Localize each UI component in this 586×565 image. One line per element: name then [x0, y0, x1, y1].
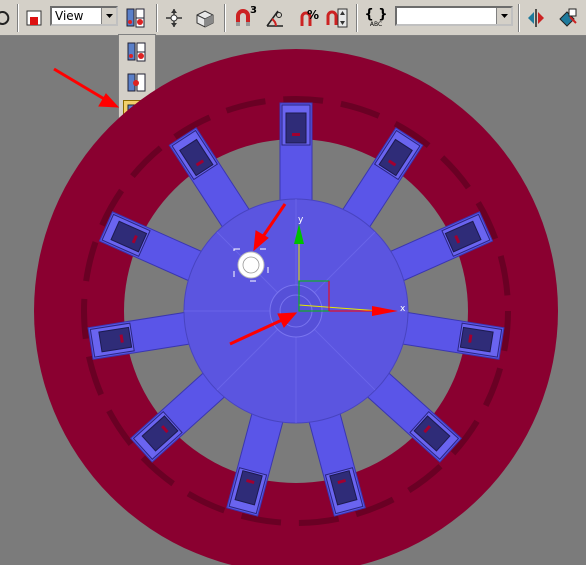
reference-coordinate-system-dropdown[interactable]: View — [50, 6, 118, 26]
select-and-manipulate-button[interactable] — [162, 5, 186, 31]
toolbar-separator — [224, 4, 226, 32]
keyboard-shortcut-icon — [196, 10, 214, 28]
main-toolbar: View 3 % { } ABC — [0, 0, 586, 36]
toolbar-separator — [17, 4, 19, 32]
keyboard-shortcut-override-button[interactable] — [193, 5, 217, 31]
angle-snap-toggle-button[interactable] — [263, 5, 287, 31]
gizmo-y-label: y — [298, 215, 304, 225]
spinner-snap-icon — [326, 8, 348, 28]
angle-snap-icon — [266, 10, 283, 27]
snap-type-label: 3 — [250, 5, 257, 16]
gizmo-x-label: x — [400, 304, 406, 314]
snaps-toggle-button[interactable]: 3 — [229, 5, 257, 31]
use-pivot-point-center-icon — [126, 8, 145, 28]
toolbar-separator — [518, 4, 520, 32]
named-selection-sets-dropdown[interactable] — [395, 6, 513, 26]
percent-label: % — [306, 8, 319, 22]
perspective-viewport[interactable]: y x — [0, 36, 586, 565]
undo-icon — [0, 11, 10, 25]
named-sets-abc-label: ABC — [369, 20, 383, 28]
mirror-button[interactable] — [523, 5, 549, 31]
use-pivot-point-center-button[interactable] — [122, 5, 150, 31]
align-icon — [559, 8, 577, 27]
select-and-manipulate-icon — [166, 9, 182, 27]
chevron-down-icon[interactable] — [101, 8, 116, 24]
percent-snap-toggle-button[interactable]: % — [293, 5, 319, 31]
select-object-icon — [26, 10, 42, 26]
edit-named-selection-sets-button[interactable]: { } ABC — [362, 5, 390, 31]
annotation-arrow-toolbar — [53, 67, 120, 108]
toolbar-separator — [156, 4, 158, 32]
spinner-snap-toggle-button[interactable] — [324, 5, 350, 31]
named-sets-braces: { } — [364, 6, 388, 22]
toolbar-separator — [356, 4, 358, 32]
chevron-down-icon[interactable] — [496, 8, 511, 24]
mirror-icon — [528, 9, 544, 27]
select-object-button[interactable] — [23, 5, 45, 31]
reference-coordinate-system-value: View — [55, 9, 84, 23]
align-button[interactable] — [554, 5, 580, 31]
undo-button[interactable] — [0, 5, 12, 31]
